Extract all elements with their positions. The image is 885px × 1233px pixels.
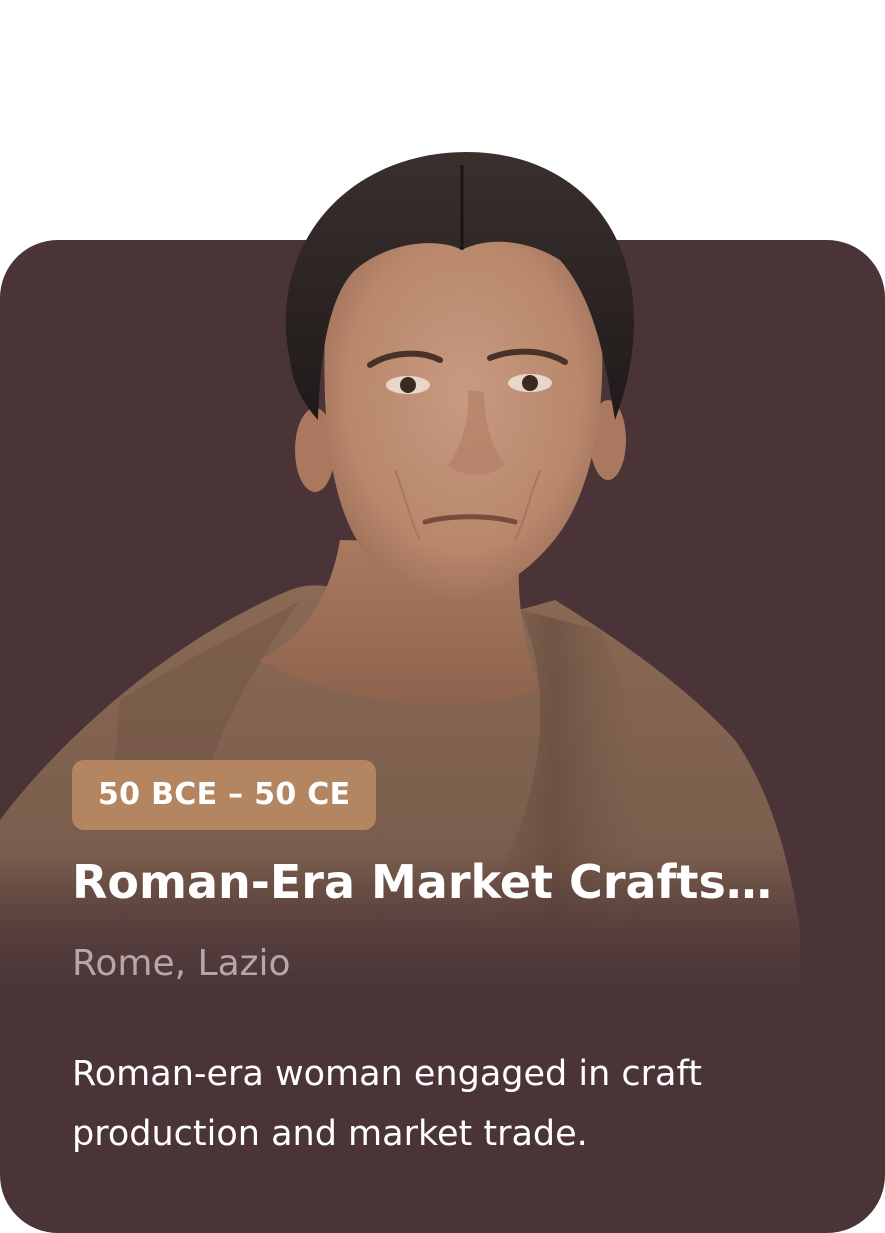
card-description: Roman-era woman engaged in craft product… — [72, 1054, 702, 1154]
card-location: Rome, Lazio — [72, 943, 291, 984]
card-title: Roman-Era Market Craftswoman — [72, 855, 792, 909]
era-badge: 50 BCE – 50 CE — [72, 760, 377, 830]
